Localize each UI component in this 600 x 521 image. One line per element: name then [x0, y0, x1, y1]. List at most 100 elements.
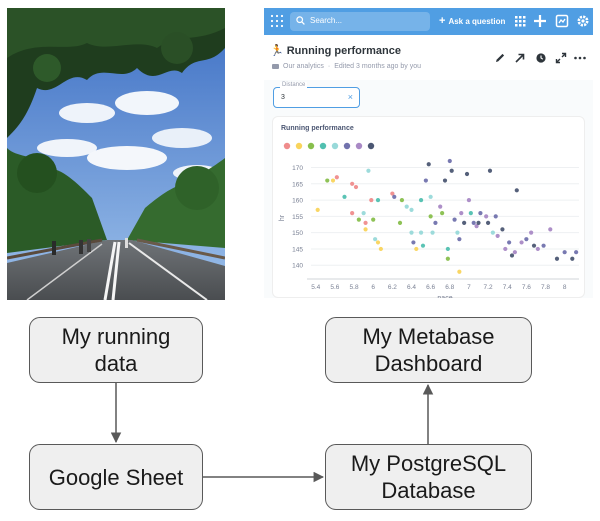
- x-tick-label: 6.8: [445, 284, 454, 291]
- scatter-point: [562, 250, 567, 255]
- scatter-point: [404, 204, 409, 209]
- scatter-point: [445, 256, 450, 261]
- clear-filter-icon[interactable]: ×: [348, 92, 353, 102]
- expand-icon[interactable]: [554, 51, 568, 65]
- scatter-point: [440, 211, 445, 216]
- distance-filter-value[interactable]: 3: [281, 94, 285, 101]
- y-tick-label: 145: [292, 246, 303, 253]
- x-tick-label: 7.8: [541, 284, 550, 291]
- edited-info: Edited 3 months ago by you: [334, 63, 421, 70]
- scatter-point: [471, 220, 476, 225]
- y-tick-label: 170: [292, 165, 303, 172]
- scatter-point: [409, 207, 414, 212]
- scatter-point: [531, 243, 537, 248]
- legend-dot: [367, 142, 375, 150]
- scatter-point: [442, 178, 448, 183]
- scatter-point: [445, 246, 450, 252]
- scatter-chart: 140 145 150 155 160 165 170 5.4 5.6 5.8 6 6.2 6.4 6.6…: [279, 142, 579, 298]
- running-path-photo: [7, 8, 225, 300]
- scatter-point: [334, 175, 339, 180]
- distance-filter[interactable]: Distance 3 ×: [273, 82, 360, 108]
- distance-filter-label: Distance: [280, 82, 308, 88]
- scatter-point: [363, 220, 368, 225]
- scatter-point: [500, 227, 505, 232]
- scatter-point: [457, 237, 462, 242]
- search-placeholder: Search...: [310, 16, 343, 25]
- scatter-point: [493, 214, 498, 219]
- x-tick-label: 7: [467, 284, 471, 291]
- collection-link[interactable]: Our analytics: [283, 63, 324, 70]
- postgres-database-node: My PostgreSQL Database: [325, 444, 532, 510]
- x-axis-label: pace: [437, 295, 452, 298]
- scatter-point: [570, 256, 575, 261]
- scatter-point: [554, 256, 560, 261]
- grid-icon[interactable]: [512, 13, 528, 29]
- scatter-point: [426, 162, 431, 167]
- scatter-point: [399, 197, 405, 203]
- edit-pencil-icon[interactable]: [493, 51, 507, 65]
- legend-dot: [307, 142, 315, 150]
- plus-icon: +: [439, 15, 446, 27]
- scatter-point: [507, 240, 512, 245]
- scatter-point: [350, 181, 355, 186]
- google-sheet-label: Google Sheet: [48, 464, 184, 490]
- metabase-logo-icon[interactable]: [270, 14, 284, 28]
- history-clock-icon[interactable]: [534, 51, 548, 65]
- scatter-point: [447, 158, 452, 164]
- scatter-point: [485, 220, 491, 225]
- legend-dot: [295, 142, 303, 150]
- scatter-point: [468, 211, 473, 216]
- search-icon: [296, 16, 305, 25]
- google-sheet-node: Google Sheet: [29, 444, 203, 510]
- x-tick-label: 6.6: [426, 284, 435, 291]
- scatter-point: [325, 178, 330, 183]
- ask-question-button[interactable]: + Ask a question: [439, 14, 505, 28]
- scatter-point: [433, 220, 438, 225]
- scatter-point: [418, 230, 424, 235]
- running-performance-card: 140 145 150 155 160 165 170 5.4 5.6 5.8 6 6.2 6.4 6.6…: [272, 116, 585, 298]
- scatter-point: [524, 237, 529, 242]
- scatter-point: [418, 197, 424, 203]
- scatter-point: [487, 168, 493, 173]
- more-options-icon[interactable]: [573, 51, 587, 65]
- dashboard-icon[interactable]: [554, 13, 570, 29]
- question-title[interactable]: Running performance: [287, 45, 401, 57]
- share-arrow-icon[interactable]: [513, 51, 527, 65]
- scatter-point: [414, 246, 419, 252]
- y-tick-label: 155: [292, 214, 303, 221]
- metabase-dashboard-screenshot: Search... + Ask a question 🏃 Running per…: [264, 8, 593, 298]
- scatter-point: [541, 243, 546, 248]
- legend-dot: [331, 142, 339, 150]
- ask-question-label: Ask a question: [448, 16, 506, 26]
- x-tick-label: 7.4: [503, 284, 512, 291]
- scatter-point: [375, 240, 381, 245]
- scatter-point: [342, 194, 347, 199]
- scatter-point: [548, 227, 553, 232]
- scatter-point: [484, 214, 489, 219]
- scatter-point: [438, 204, 443, 209]
- scatter-point: [356, 217, 361, 222]
- x-tick-label: 6: [371, 284, 375, 291]
- gear-icon[interactable]: [575, 13, 591, 29]
- scatter-point: [535, 246, 540, 252]
- scatter-point: [514, 188, 519, 193]
- scatter-point: [392, 194, 397, 199]
- scatter-point: [350, 211, 355, 216]
- scatter-point: [353, 184, 359, 190]
- scatter-point: [430, 230, 435, 235]
- add-icon[interactable]: [532, 13, 548, 29]
- question-meta: Our analytics · Edited 3 months ago by y…: [272, 63, 421, 70]
- postgres-database-label: My PostgreSQL Database: [350, 451, 507, 503]
- scatter-point: [519, 240, 524, 245]
- scatter-point: [428, 214, 433, 219]
- scatter-point: [452, 217, 457, 222]
- legend-dot: [319, 142, 327, 150]
- search-input[interactable]: Search...: [290, 12, 430, 31]
- scatter-point: [509, 253, 515, 258]
- metabase-dashboard-node: My Metabase Dashboard: [325, 317, 532, 383]
- scatter-point: [378, 246, 383, 252]
- legend-dot: [355, 142, 363, 150]
- x-tick-label: 6.2: [388, 284, 397, 291]
- meta-separator: ·: [327, 63, 331, 70]
- scatter-point: [369, 197, 374, 203]
